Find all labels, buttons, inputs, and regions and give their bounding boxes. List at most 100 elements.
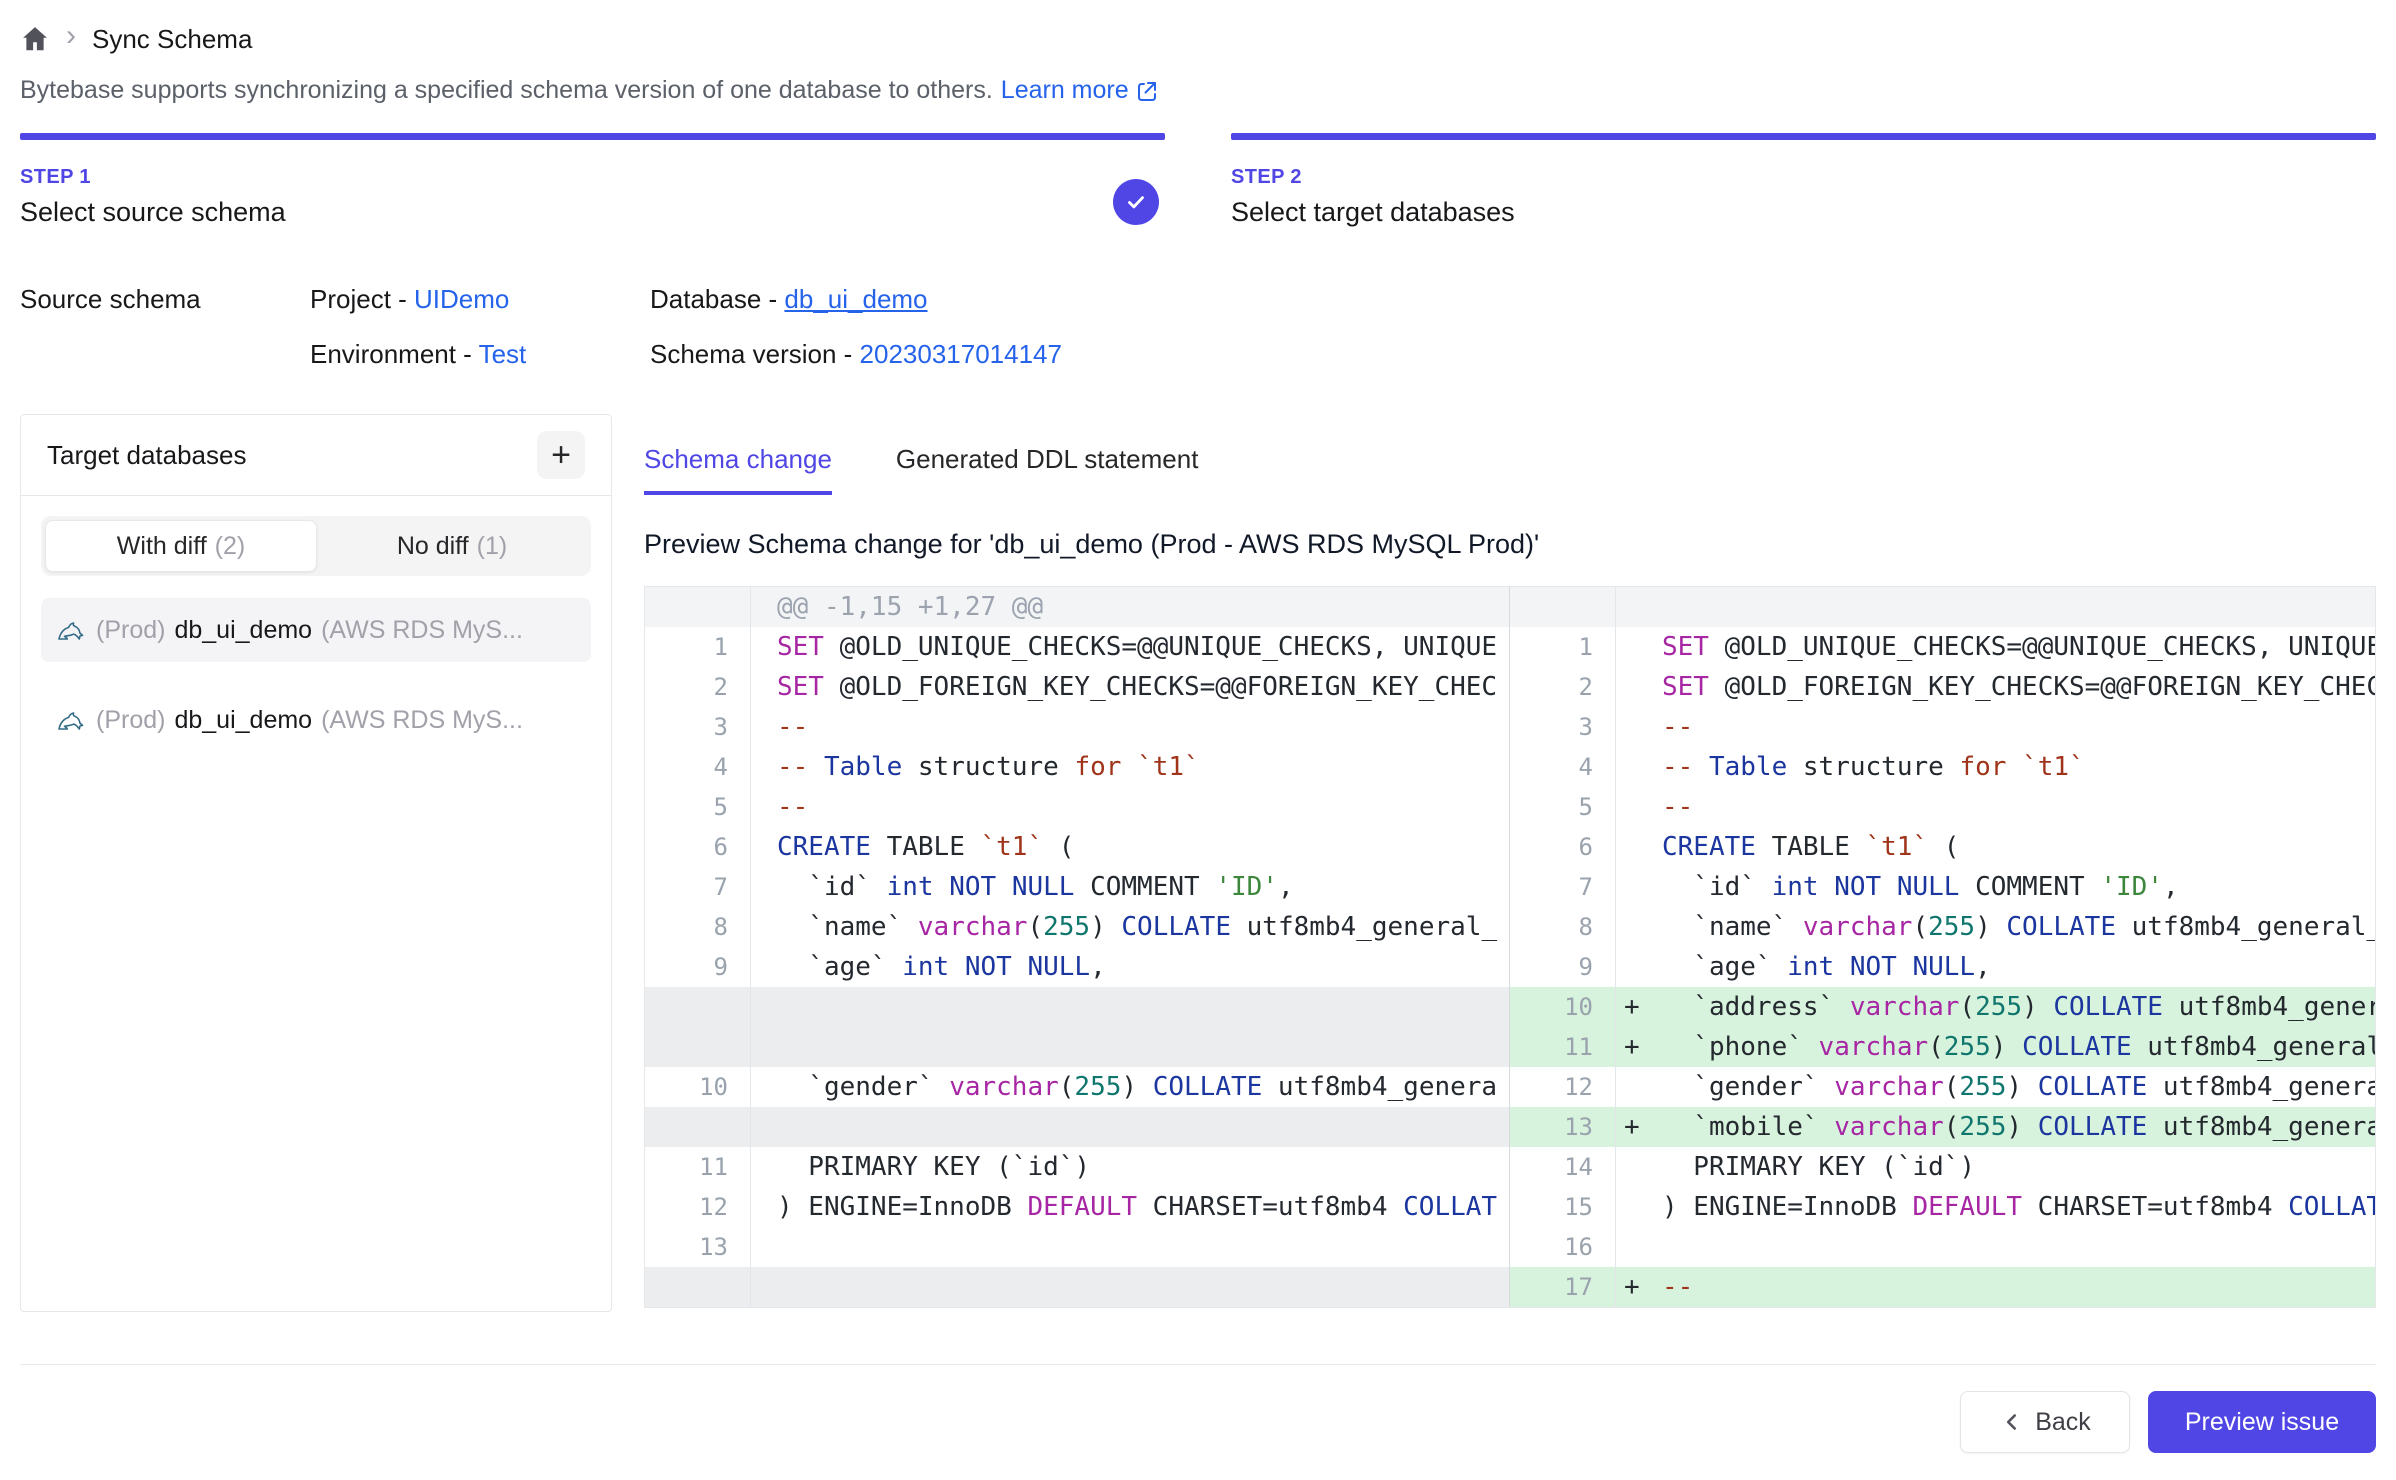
- database-label: Database -: [650, 284, 784, 314]
- database-list-item[interactable]: (Prod) db_ui_demo (AWS RDS MyS...: [41, 598, 591, 662]
- diff-row-header: [1510, 587, 2375, 627]
- no-diff-count: (1): [477, 532, 508, 561]
- code-line: ) ENGINE=InnoDB DEFAULT CHARSET=utf8mb4 …: [1616, 1192, 2375, 1222]
- code-line: SET @OLD_FOREIGN_KEY_CHECKS=@@FOREIGN_KE…: [751, 672, 1509, 702]
- step-2-eyebrow: STEP 2: [1231, 166, 2376, 189]
- tab-with-diff[interactable]: With diff (2): [45, 520, 317, 572]
- database-instance: (AWS RDS MyS...: [321, 616, 523, 645]
- diff-row-spacer: [645, 987, 1509, 1027]
- code-line: CREATE TABLE `t1` (: [1616, 832, 2375, 862]
- diff-row-ctx-4: 4-- Table structure for `t1`: [645, 747, 1509, 787]
- diff-row-ctx-14: 14 PRIMARY KEY (`id`): [1510, 1147, 2375, 1187]
- diff-row-ctx-7: 7 `id` int NOT NULL COMMENT 'ID',: [1510, 867, 2375, 907]
- code-line: PRIMARY KEY (`id`): [751, 1152, 1509, 1182]
- environment-link[interactable]: Test: [479, 339, 527, 369]
- schema-version-field: Schema version - 20230317014147: [650, 339, 2376, 370]
- database-environment: (Prod): [96, 616, 165, 645]
- code-line: SET @OLD_FOREIGN_KEY_CHECKS=@@FOREIGN_KE…: [1616, 672, 2375, 702]
- tab-generated-ddl[interactable]: Generated DDL statement: [896, 444, 1199, 495]
- main-content: Target databases + With diff (2) No diff…: [20, 414, 2376, 1312]
- line-number: 6: [1510, 827, 1616, 867]
- page-title: Sync Schema: [92, 24, 252, 55]
- database-name: db_ui_demo: [174, 616, 312, 645]
- line-number: 3: [1510, 707, 1616, 747]
- line-number: 11: [645, 1147, 751, 1187]
- line-number: 11: [1510, 1027, 1616, 1067]
- code-line: --: [1616, 712, 2375, 742]
- home-icon[interactable]: [20, 24, 50, 54]
- step-1-title: Select source schema: [20, 197, 1165, 228]
- tab-schema-change[interactable]: Schema change: [644, 444, 832, 495]
- back-button[interactable]: Back: [1960, 1391, 2130, 1453]
- line-number: 7: [645, 867, 751, 907]
- description-text: Bytebase supports synchronizing a specif…: [20, 76, 993, 105]
- code-line: --: [751, 712, 1509, 742]
- line-number: 15: [1510, 1187, 1616, 1227]
- diff-filter-toggle: With diff (2) No diff (1): [41, 516, 591, 576]
- code-line: [1616, 592, 2375, 622]
- code-line: -- Table structure for `t1`: [1616, 752, 2375, 782]
- diff-marker: +: [1624, 992, 1662, 1022]
- diff-marker: +: [1624, 1032, 1662, 1062]
- stepper: STEP 1 Select source schema STEP 2 Selec…: [20, 133, 2376, 228]
- database-list-item[interactable]: (Prod) db_ui_demo (AWS RDS MyS...: [41, 688, 591, 752]
- preview-issue-label: Preview issue: [2185, 1408, 2339, 1437]
- database-field: Database - db_ui_demo: [650, 284, 2376, 315]
- sync-schema-page: › Sync Schema Bytebase supports synchron…: [0, 0, 2396, 1453]
- diff-row-header: @@ -1,15 +1,27 @@: [645, 587, 1509, 627]
- learn-more-link[interactable]: Learn more: [1001, 76, 1159, 105]
- source-schema-label: Source schema: [20, 284, 310, 315]
- line-number: [645, 1027, 751, 1067]
- preview-issue-button[interactable]: Preview issue: [2148, 1391, 2376, 1453]
- code-line: + `mobile` varchar(255) COLLATE utf8mb4_…: [1616, 1112, 2375, 1142]
- diff-row-ctx-3: 3--: [645, 707, 1509, 747]
- check-icon: [1123, 189, 1149, 215]
- line-number: 1: [645, 627, 751, 667]
- diff-row-spacer: [645, 1027, 1509, 1067]
- line-number: 9: [645, 947, 751, 987]
- line-number: 17: [1510, 1267, 1616, 1307]
- code-line: `gender` varchar(255) COLLATE utf8mb4_ge…: [1616, 1072, 2375, 1102]
- panel-divider: [21, 495, 611, 496]
- line-number: 8: [1510, 907, 1616, 947]
- diff-row-ctx-11: 11 PRIMARY KEY (`id`): [645, 1147, 1509, 1187]
- diff-row-add-13: 13+ `mobile` varchar(255) COLLATE utf8mb…: [1510, 1107, 2375, 1147]
- schema-version-link[interactable]: 20230317014147: [860, 339, 1062, 369]
- line-number: 7: [1510, 867, 1616, 907]
- line-number: 4: [1510, 747, 1616, 787]
- add-target-database-button[interactable]: +: [537, 431, 585, 479]
- environment-field: Environment - Test: [310, 339, 650, 370]
- mysql-icon: [55, 704, 87, 736]
- line-number: 2: [645, 667, 751, 707]
- diff-pane-source: @@ -1,15 +1,27 @@1SET @OLD_UNIQUE_CHECKS…: [645, 587, 1510, 1307]
- step-1-eyebrow: STEP 1: [20, 166, 1165, 189]
- diff-marker: +: [1624, 1272, 1662, 1302]
- page-description: Bytebase supports synchronizing a specif…: [20, 76, 2376, 105]
- code-line: PRIMARY KEY (`id`): [1616, 1152, 2375, 1182]
- diff-row-ctx-5: 5--: [645, 787, 1509, 827]
- learn-more-label: Learn more: [1001, 76, 1129, 105]
- database-name: db_ui_demo: [174, 706, 312, 735]
- diff-row-ctx-7: 7 `id` int NOT NULL COMMENT 'ID',: [645, 867, 1509, 907]
- diff-pane-target: 1SET @OLD_UNIQUE_CHECKS=@@UNIQUE_CHECKS,…: [1510, 587, 2375, 1307]
- database-link[interactable]: db_ui_demo: [784, 284, 927, 314]
- diff-row-ctx-9: 9 `age` int NOT NULL,: [1510, 947, 2375, 987]
- line-number: 4: [645, 747, 751, 787]
- line-number: [645, 1107, 751, 1147]
- diff-row-ctx-9: 9 `age` int NOT NULL,: [645, 947, 1509, 987]
- line-number: [645, 587, 751, 627]
- preview-tabs: Schema change Generated DDL statement: [644, 444, 2376, 495]
- code-line: +--: [1616, 1272, 2375, 1302]
- diff-row-ctx-8: 8 `name` varchar(255) COLLATE utf8mb4_ge…: [645, 907, 1509, 947]
- code-line: `age` int NOT NULL,: [1616, 952, 2375, 982]
- preview-area: Schema change Generated DDL statement Pr…: [612, 414, 2376, 1308]
- line-number: 16: [1510, 1227, 1616, 1267]
- diff-row-ctx-5: 5--: [1510, 787, 2375, 827]
- step-1-progress-bar: [20, 133, 1165, 140]
- target-database-list: (Prod) db_ui_demo (AWS RDS MyS... (Prod)…: [41, 598, 591, 752]
- tab-no-diff[interactable]: No diff (1): [317, 520, 587, 572]
- project-link[interactable]: UIDemo: [414, 284, 509, 314]
- code-line: `id` int NOT NULL COMMENT 'ID',: [751, 872, 1509, 902]
- environment-label: Environment -: [310, 339, 479, 369]
- code-line: `gender` varchar(255) COLLATE utf8mb4_ge…: [751, 1072, 1509, 1102]
